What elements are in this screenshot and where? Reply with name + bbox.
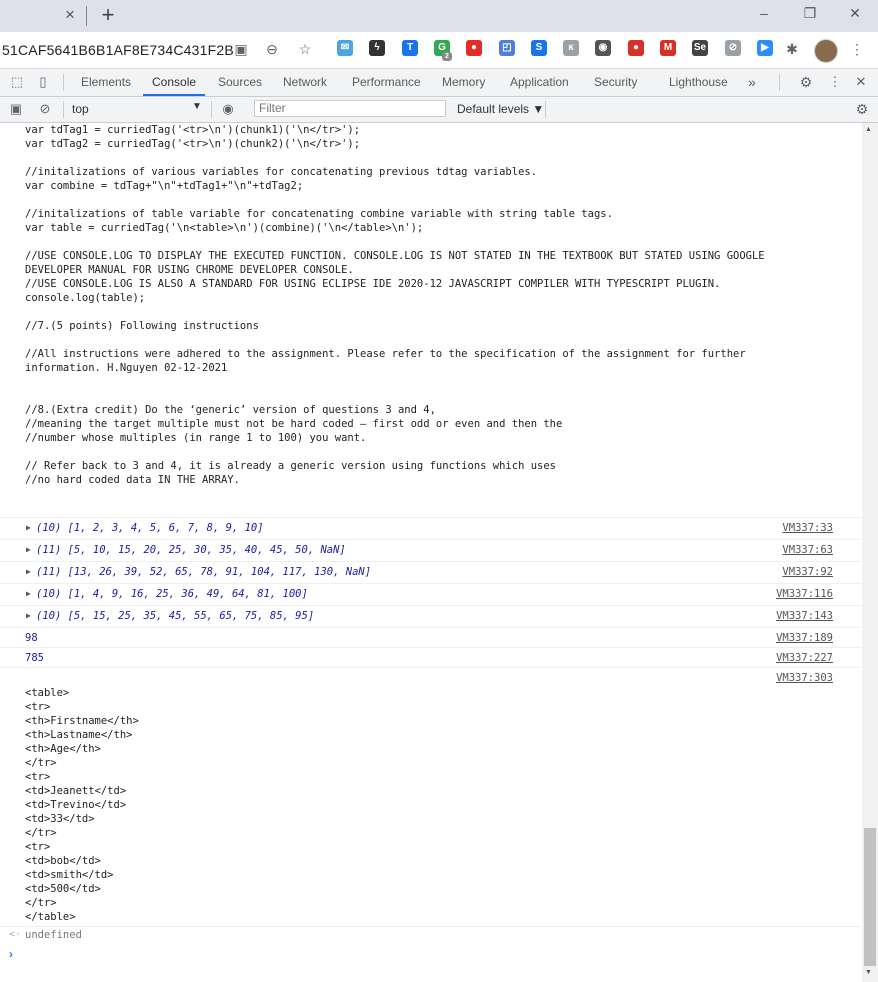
toolbar-divider	[211, 101, 212, 118]
expand-triangle-icon[interactable]: ▶	[26, 611, 31, 620]
array-preview: (10) [1, 2, 3, 4, 5, 6, 7, 8, 9, 10]	[36, 522, 264, 534]
extension-badge: 2	[442, 52, 452, 61]
sidebar-toggle-icon[interactable]: ▣	[8, 101, 24, 117]
console-message-array[interactable]: ▶ (10) [1, 4, 9, 16, 25, 36, 49, 64, 81,…	[0, 583, 862, 606]
tab-network[interactable]: Network	[283, 69, 327, 96]
gmail-extension-icon[interactable]: M	[660, 40, 676, 56]
console-return-value: <· undefined	[0, 926, 862, 945]
return-arrow-icon: <·	[9, 929, 22, 940]
log-levels-dropdown[interactable]: Default levels ▼	[457, 102, 544, 116]
device-toolbar-icon[interactable]: ▯	[35, 74, 51, 90]
console-message-array[interactable]: ▶ (10) [5, 15, 25, 35, 45, 55, 65, 75, 8…	[0, 605, 862, 628]
tab-security[interactable]: Security	[594, 69, 637, 96]
tab-elements[interactable]: Elements	[81, 69, 131, 96]
restore-button[interactable]: ❐	[798, 4, 822, 22]
url-field[interactable]: 51CAF5641B6B1AF8E734C431F2B	[2, 42, 234, 58]
se-extension-icon[interactable]: Se	[692, 40, 708, 56]
return-value-text: undefined	[25, 929, 82, 941]
close-devtools-icon[interactable]: ✕	[853, 74, 869, 90]
tab-lighthouse[interactable]: Lighthouse	[669, 69, 728, 96]
close-window-button[interactable]: ✕	[843, 4, 867, 22]
chevron-down-icon[interactable]: ▼	[192, 101, 202, 112]
s-extension-icon[interactable]: S	[531, 40, 547, 56]
zoom-extension-icon[interactable]: ▶	[757, 40, 773, 56]
source-link[interactable]: VM337:92	[782, 566, 833, 578]
devtools-tab-bar: ⬚ ▯ Elements Console Sources Network Per…	[0, 69, 878, 97]
array-preview: (10) [5, 15, 25, 35, 45, 55, 65, 75, 85,…	[36, 610, 315, 622]
settings-gear-icon[interactable]: ⚙	[798, 74, 814, 90]
console-message-table-string: VM337:303 <table> <tr> <th>Firstname</th…	[0, 667, 862, 926]
expand-triangle-icon[interactable]: ▶	[26, 523, 31, 532]
number-output: 98	[25, 632, 38, 644]
new-tab-button[interactable]: +	[99, 3, 117, 27]
inspect-element-icon[interactable]: ⬚	[9, 74, 25, 90]
zoom-icon[interactable]: ⊖	[263, 40, 281, 58]
filter-input[interactable]	[254, 100, 446, 117]
scroll-up-icon[interactable]: ▲	[865, 126, 872, 133]
source-link[interactable]: VM337:33	[782, 522, 833, 534]
link-extension-icon[interactable]: ⊘	[725, 40, 741, 56]
bolt-extension-icon[interactable]: ϟ	[369, 40, 385, 56]
star-icon[interactable]: ☆	[296, 40, 314, 58]
minimize-button[interactable]: –	[752, 4, 776, 22]
devtools-menu-icon[interactable]: ⋮	[827, 74, 843, 90]
console-output: var tdTag1 = curriedTag('<tr>\n')(chunk1…	[0, 123, 862, 982]
console-message-number: 98 VM337:189	[0, 627, 862, 648]
t-extension-icon[interactable]: T	[402, 40, 418, 56]
console-message-number: 785 VM337:227	[0, 647, 862, 668]
console-message-array[interactable]: ▶ (11) [13, 26, 39, 52, 65, 78, 91, 104,…	[0, 561, 862, 584]
more-tabs-button[interactable]: »	[748, 69, 756, 96]
tab-divider	[86, 6, 87, 26]
gray-extension-icon[interactable]: ĸ	[563, 40, 579, 56]
console-message-array[interactable]: ▶ (10) [1, 2, 3, 4, 5, 6, 7, 8, 9, 10] V…	[0, 517, 862, 540]
source-link[interactable]: VM337:116	[776, 588, 833, 600]
menu-icon[interactable]: ⋮	[848, 40, 866, 58]
tab-sources[interactable]: Sources	[218, 69, 262, 96]
array-preview: (10) [1, 4, 9, 16, 25, 36, 49, 64, 81, 1…	[36, 588, 308, 600]
console-message-array[interactable]: ▶ (11) [5, 10, 15, 20, 25, 30, 35, 40, 4…	[0, 539, 862, 562]
expand-triangle-icon[interactable]: ▶	[26, 589, 31, 598]
table-html-output: <table> <tr> <th>Firstname</th> <th>Last…	[25, 687, 139, 923]
toolbar-divider	[545, 101, 546, 118]
number-output: 785	[25, 652, 44, 664]
browser-tab-strip: × + – ❐ ✕	[0, 0, 878, 32]
toolbar-divider	[63, 101, 64, 118]
translate-icon[interactable]: ▣	[232, 40, 250, 58]
toolbar-divider	[779, 74, 780, 91]
expand-triangle-icon[interactable]: ▶	[26, 567, 31, 576]
console-code-echo: var tdTag1 = curriedTag('<tr>\n')(chunk1…	[25, 124, 765, 486]
extensions-puzzle-icon[interactable]: ✱	[783, 40, 801, 58]
console-settings-gear-icon[interactable]: ⚙	[854, 101, 870, 117]
source-link[interactable]: VM337:303	[776, 672, 833, 684]
tab-performance[interactable]: Performance	[352, 69, 421, 96]
eye-icon[interactable]: ◉	[220, 101, 236, 117]
film-extension-icon[interactable]: ◉	[595, 40, 611, 56]
source-link[interactable]: VM337:63	[782, 544, 833, 556]
tab-application[interactable]: Application	[510, 69, 569, 96]
scrollbar-thumb[interactable]	[864, 828, 876, 966]
balls-extension-icon[interactable]: ●	[628, 40, 644, 56]
puzzle-blue-extension-icon[interactable]: ◰	[499, 40, 515, 56]
console-prompt[interactable]: ›	[9, 947, 13, 961]
scroll-down-icon[interactable]: ▼	[865, 969, 872, 976]
console-toolbar: ▣ ⊘ top ▼ ◉ Default levels ▼ ⚙	[0, 97, 878, 123]
array-preview: (11) [13, 26, 39, 52, 65, 78, 91, 104, 1…	[36, 566, 372, 578]
profile-avatar[interactable]	[814, 39, 838, 63]
expand-triangle-icon[interactable]: ▶	[26, 545, 31, 554]
source-link[interactable]: VM337:227	[776, 652, 833, 664]
source-link[interactable]: VM337:189	[776, 632, 833, 644]
toolbar-divider	[63, 74, 64, 91]
mail-extension-icon[interactable]: ✉	[337, 40, 353, 56]
tab-console[interactable]: Console	[143, 69, 206, 96]
clear-console-icon[interactable]: ⊘	[37, 101, 53, 117]
context-selector[interactable]: top	[72, 102, 89, 116]
tab-memory[interactable]: Memory	[442, 69, 485, 96]
source-link[interactable]: VM337:143	[776, 610, 833, 622]
address-bar: 51CAF5641B6B1AF8E734C431F2B ▣ ⊖ ☆ ✉ ϟ T G ● ◰…	[0, 32, 878, 69]
tab-close-button[interactable]: ×	[62, 6, 78, 24]
stop-extension-icon[interactable]: ●	[466, 40, 482, 56]
array-preview: (11) [5, 10, 15, 20, 25, 30, 35, 40, 45,…	[36, 544, 346, 556]
